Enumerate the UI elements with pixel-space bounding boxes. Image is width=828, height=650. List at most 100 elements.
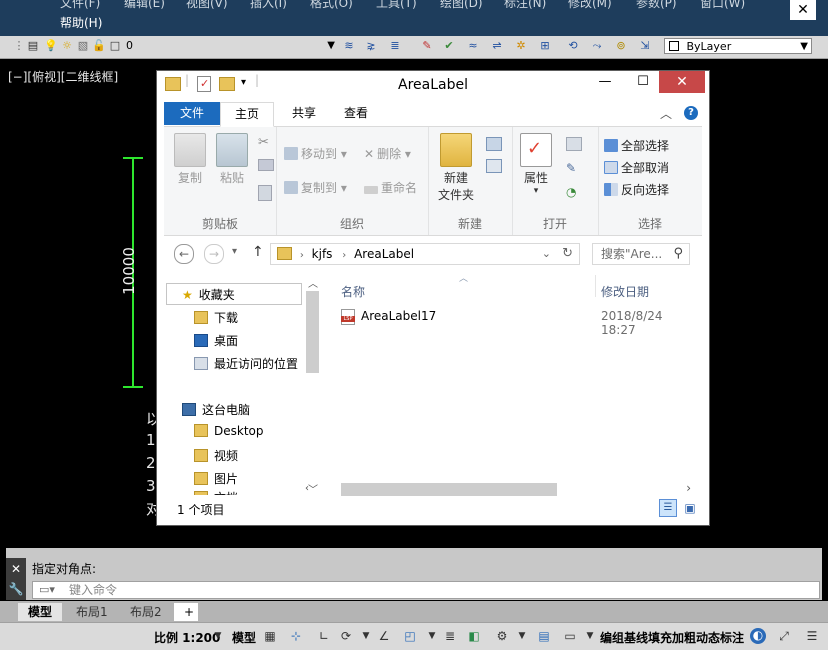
viewport-icon[interactable]: ▧	[76, 39, 90, 53]
layer-tool-1-icon[interactable]: ≋	[342, 39, 356, 53]
snap-icon[interactable]: ⊹	[288, 629, 304, 643]
tab-file[interactable]: 文件	[164, 102, 220, 125]
nav-documents[interactable]: 文档	[194, 489, 238, 495]
scroll-up-icon[interactable]: ︿	[308, 275, 318, 290]
move-to-button[interactable]: 移动到 ▾	[284, 145, 347, 162]
minimize-icon[interactable]: —	[591, 71, 619, 93]
menu-tools[interactable]: 工具(T)	[376, 0, 417, 11]
quick-props-icon[interactable]: ▤	[536, 629, 552, 643]
menu-window[interactable]: 窗口(W)	[700, 0, 745, 11]
ortho-icon[interactable]: ∟	[316, 629, 332, 643]
paste-shortcut-icon[interactable]	[258, 185, 272, 201]
menu-icon[interactable]: ☰	[804, 629, 820, 643]
new-item-icon[interactable]	[486, 137, 502, 151]
layer-tool-8-icon[interactable]: ✲	[514, 39, 528, 53]
tab-share[interactable]: 共享	[278, 102, 330, 125]
menu-edit[interactable]: 编辑(E)	[124, 0, 165, 11]
layer-tool-5-icon[interactable]: ✔	[442, 39, 456, 53]
tab-model[interactable]: 模型	[18, 603, 63, 621]
cut-icon[interactable]: ✂	[258, 135, 269, 150]
close-icon[interactable]: ✕	[659, 71, 705, 93]
layer-tool-10-icon[interactable]: ⟲	[566, 39, 580, 53]
menu-view[interactable]: 视图(V)	[186, 0, 228, 11]
column-modified[interactable]: 修改日期	[601, 283, 649, 300]
polar-icon[interactable]: ⟳	[338, 629, 354, 643]
easy-access-icon[interactable]	[486, 159, 502, 173]
breadcrumb-kjfs[interactable]: kjfs	[312, 247, 333, 261]
menu-param[interactable]: 参数(P)	[636, 0, 677, 11]
properties-button[interactable]: ✓ 属性 ▾	[516, 133, 556, 196]
scroll-left-icon[interactable]: ‹	[305, 483, 309, 494]
nav-videos[interactable]: 视频	[194, 447, 238, 464]
select-none-button[interactable]: 全部取消	[604, 159, 669, 176]
chevron-down-icon[interactable]: ▼	[582, 629, 598, 643]
large-icons-view-icon[interactable]: ▣	[681, 499, 699, 517]
menu-format[interactable]: 格式(O)	[310, 0, 353, 11]
grid-icon[interactable]: ▦	[262, 629, 278, 643]
scroll-right-icon[interactable]: ›	[686, 481, 691, 495]
chevron-up-icon[interactable]: ︿	[660, 105, 672, 122]
hscroll-thumb[interactable]	[341, 483, 557, 496]
chevron-down-icon[interactable]: ▼	[424, 629, 440, 643]
chevron-down-icon[interactable]: ⌄	[542, 244, 551, 264]
layer-tool-4-icon[interactable]: ✎	[420, 39, 434, 53]
scroll-down-icon[interactable]: ﹀	[308, 481, 318, 496]
open-icon[interactable]	[566, 137, 582, 151]
nav-pc-desktop[interactable]: Desktop	[194, 424, 264, 438]
lock-icon[interactable]: 🔓	[92, 39, 106, 53]
fullscreen-icon[interactable]: ⤢	[776, 629, 792, 643]
menu-dimension[interactable]: 标注(N)	[504, 0, 546, 11]
layer-combo[interactable]: 0 ▼	[122, 38, 338, 54]
nav-desktop[interactable]: 桌面	[194, 332, 238, 349]
cad-close-icon[interactable]: ✕	[790, 0, 816, 20]
color-swatch-icon[interactable]: □	[108, 39, 122, 53]
tab-layout1[interactable]: 布局1	[66, 603, 118, 621]
back-icon[interactable]: ←	[174, 244, 194, 264]
menu-draw[interactable]: 绘图(D)	[440, 0, 483, 11]
layer-props-icon[interactable]: ▤	[26, 39, 40, 53]
isolate-icon[interactable]: ◐	[750, 628, 766, 644]
forward-icon[interactable]: →	[204, 244, 224, 264]
layer-tool-9-icon[interactable]: ⊞	[538, 39, 552, 53]
layer-tool-2-icon[interactable]: ⋧	[364, 39, 378, 53]
search-input[interactable]: 搜索"Are... ⚲	[592, 243, 690, 265]
invert-selection-button[interactable]: 反向选择	[604, 181, 669, 198]
nav-this-pc[interactable]: 这台电脑	[182, 401, 250, 418]
linetype-combo[interactable]: ByLayer ▼	[664, 38, 812, 54]
menu-help[interactable]: 帮助(H)	[60, 14, 102, 31]
column-name[interactable]: 名称	[341, 283, 365, 300]
nav-scrollbar-thumb[interactable]	[306, 291, 319, 373]
up-icon[interactable]: ↑	[252, 244, 264, 260]
tab-layout2[interactable]: 布局2	[120, 603, 172, 621]
layer-tool-6-icon[interactable]: ≈	[466, 39, 480, 53]
status-toggles[interactable]: 编组基线填充加粗动态标注	[600, 629, 744, 646]
nav-downloads[interactable]: 下载	[194, 309, 238, 326]
copy-button[interactable]: 复制	[170, 133, 210, 186]
layer-tool-13-icon[interactable]: ⇲	[638, 39, 652, 53]
copy-to-button[interactable]: 复制到 ▾	[284, 179, 347, 196]
wrench-icon[interactable]: 🔧	[6, 582, 26, 596]
add-layout-button[interactable]: +	[174, 603, 198, 621]
lineweight-icon[interactable]: ≣	[442, 629, 458, 643]
select-all-button[interactable]: 全部选择	[604, 137, 669, 154]
menu-modify[interactable]: 修改(M)	[568, 0, 612, 11]
file-row[interactable]: LSP AreaLabel17 2018/8/24 18:27	[339, 305, 695, 337]
layer-tool-11-icon[interactable]: ⤳	[590, 39, 604, 53]
address-bar[interactable]: › kjfs › AreaLabel ⌄ ↻	[270, 243, 580, 265]
menu-file[interactable]: 文件(F)	[60, 0, 100, 11]
menu-insert[interactable]: 插入(I)	[250, 0, 287, 11]
paste-button[interactable]: 粘贴	[212, 133, 252, 186]
layer-tool-7-icon[interactable]: ⇌	[490, 39, 504, 53]
layer-tool-3-icon[interactable]: ≣	[388, 39, 402, 53]
viewport-label[interactable]: [−][俯视][二维线框]	[8, 68, 118, 85]
osnap-track-icon[interactable]: ∠	[376, 629, 392, 643]
edit-icon[interactable]: ✎	[566, 161, 576, 175]
chevron-down-icon[interactable]: ▼	[514, 629, 530, 643]
nav-favorites[interactable]: ★ 收藏夹	[182, 286, 235, 303]
nav-pictures[interactable]: 图片	[194, 470, 238, 487]
maximize-icon[interactable]: ☐	[629, 71, 657, 93]
history-icon[interactable]: ◔	[566, 185, 576, 199]
monitor-icon[interactable]: ▭	[562, 629, 578, 643]
delete-button[interactable]: ✕ 删除 ▾	[364, 145, 411, 162]
tab-view[interactable]: 查看	[330, 102, 382, 125]
